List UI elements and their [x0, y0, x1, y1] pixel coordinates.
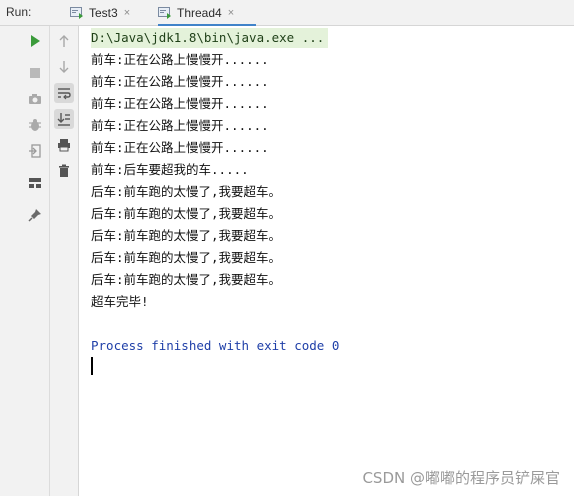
run-label: Run: [6, 5, 32, 19]
arrow-up-icon [59, 35, 69, 47]
console-output[interactable]: D:\Java\jdk1.8\bin\java.exe ... 前车:正在公路上… [80, 26, 574, 496]
tab-thread4[interactable]: Thread4 × [158, 0, 256, 27]
rerun-button[interactable] [25, 31, 45, 51]
pin-tab-button[interactable] [25, 205, 45, 225]
play-icon [31, 35, 40, 47]
soft-wrap-toggle[interactable] [54, 83, 74, 103]
run-tab-bar: Run: Test3 × Thread4 × [0, 0, 574, 27]
console-line: 前车:正在公路上慢慢开...... [91, 140, 269, 155]
trash-icon [59, 164, 69, 177]
scroll-to-end-toggle[interactable] [54, 109, 74, 129]
layout-icon [29, 178, 41, 188]
next-occurrence-button[interactable] [54, 57, 74, 77]
console-line: 后车:前车跑的太慢了,我要超车。 [91, 206, 282, 221]
layout-button[interactable] [25, 173, 45, 193]
console-line: 后车:前车跑的太慢了,我要超车。 [91, 228, 282, 243]
run-config-icon [158, 7, 172, 19]
debug-button[interactable] [25, 115, 45, 135]
restore-layout-button[interactable] [25, 141, 45, 161]
pin-icon [28, 209, 41, 222]
print-icon [58, 139, 70, 152]
clear-all-button[interactable] [54, 161, 74, 181]
scroll-to-end-icon [57, 113, 70, 126]
stop-button[interactable] [25, 63, 45, 83]
tab-test3[interactable]: Test3 × [70, 0, 146, 26]
run-toolbar [0, 26, 50, 496]
thread-dump-button[interactable] [25, 89, 45, 109]
camera-icon [29, 94, 41, 104]
soft-wrap-icon [58, 88, 71, 100]
tab-label: Thread4 [177, 6, 222, 20]
tab-label: Test3 [89, 6, 118, 20]
console-line: 后车:前车跑的太慢了,我要超车。 [91, 250, 282, 265]
console-line: 超车完毕! [91, 294, 149, 309]
console-line: 后车:前车跑的太慢了,我要超车。 [91, 272, 282, 287]
close-icon[interactable]: × [124, 7, 130, 19]
console-line: 后车:前车跑的太慢了,我要超车。 [91, 184, 282, 199]
stop-icon [30, 68, 40, 78]
console-line: 前车:正在公路上慢慢开...... [91, 52, 269, 67]
print-button[interactable] [54, 135, 74, 155]
close-icon[interactable]: × [228, 7, 234, 19]
run-tool-window: Run: Test3 × Thread4 × D:\Java\jdk1.8\bi… [0, 0, 574, 496]
console-toolbar [50, 26, 79, 496]
text-caret [91, 357, 93, 375]
run-config-icon [70, 7, 84, 19]
console-line: 前车:正在公路上慢慢开...... [91, 96, 269, 111]
console-line: 前车:后车要超我的车..... [91, 162, 249, 177]
console-line: 前车:正在公路上慢慢开...... [91, 118, 269, 133]
exit-message: Process finished with exit code 0 [91, 338, 340, 353]
console-line: 前车:正在公路上慢慢开...... [91, 74, 269, 89]
bug-icon [29, 119, 41, 131]
previous-occurrence-button[interactable] [54, 31, 74, 51]
login-icon [29, 144, 41, 158]
command-line: D:\Java\jdk1.8\bin\java.exe ... [91, 28, 329, 48]
arrow-down-icon [59, 61, 69, 73]
watermark: CSDN @嘟嘟的程序员铲屎官 [362, 469, 560, 487]
